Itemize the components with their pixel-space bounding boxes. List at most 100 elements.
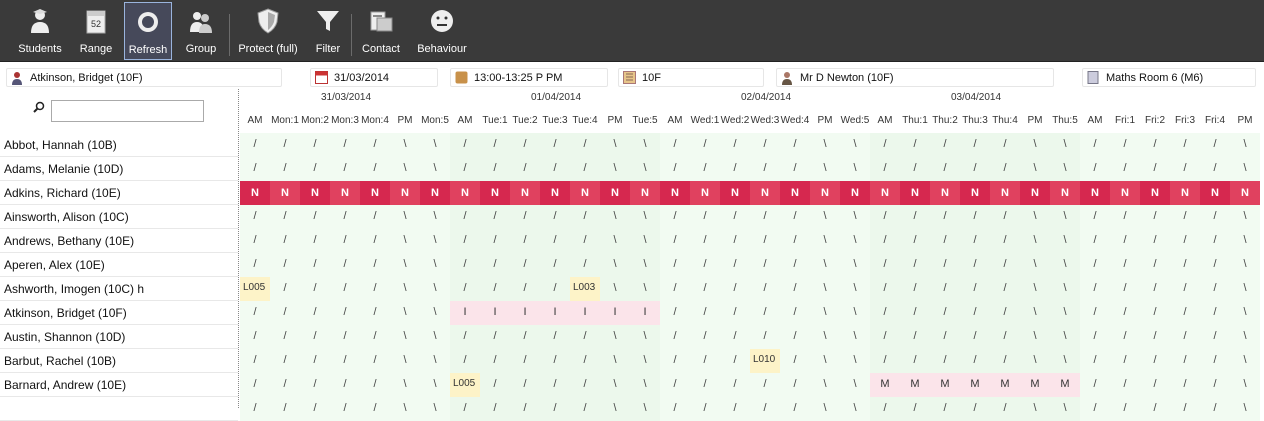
attendance-mark[interactable]: /	[750, 325, 780, 349]
attendance-mark[interactable]: /	[510, 349, 540, 373]
attendance-mark[interactable]: /	[360, 373, 390, 397]
period-header[interactable]: Thu:1	[900, 115, 930, 126]
attendance-mark[interactable]: /	[540, 205, 570, 229]
attendance-mark[interactable]: /	[960, 157, 990, 181]
attendance-mark[interactable]: /	[900, 229, 930, 253]
attendance-mark[interactable]: /	[960, 205, 990, 229]
attendance-mark[interactable]: /	[780, 253, 810, 277]
attendance-mark[interactable]: /	[270, 157, 300, 181]
student-name[interactable]: Ashworth, Imogen (10C) h	[0, 277, 238, 301]
attendance-mark[interactable]: N	[720, 181, 750, 205]
attendance-mark[interactable]: /	[960, 325, 990, 349]
attendance-mark[interactable]: /	[1200, 205, 1230, 229]
period-header[interactable]: Mon:1	[270, 115, 300, 126]
attendance-mark[interactable]: /	[1110, 205, 1140, 229]
attendance-mark[interactable]: /	[360, 301, 390, 325]
attendance-mark[interactable]: /	[960, 133, 990, 157]
attendance-mark[interactable]: /	[780, 277, 810, 301]
student-name[interactable]: Adams, Melanie (10D)	[0, 157, 238, 181]
period-header[interactable]: Tue:5	[630, 115, 660, 126]
attendance-mark[interactable]: /	[750, 229, 780, 253]
attendance-mark[interactable]: /	[330, 373, 360, 397]
attendance-mark[interactable]: /	[720, 133, 750, 157]
attendance-mark[interactable]: /	[960, 301, 990, 325]
attendance-mark[interactable]: /	[240, 133, 270, 157]
attendance-mark[interactable]: /	[870, 349, 900, 373]
attendance-mark[interactable]: /	[1170, 325, 1200, 349]
attendance-mark[interactable]: /	[1110, 325, 1140, 349]
attendance-mark[interactable]: /	[1140, 253, 1170, 277]
attendance-mark[interactable]: /	[930, 301, 960, 325]
attendance-mark[interactable]: /	[270, 253, 300, 277]
attendance-mark[interactable]: \	[810, 253, 840, 277]
selected-student-field[interactable]: Atkinson, Bridget (10F)	[6, 68, 282, 87]
attendance-mark[interactable]: /	[720, 229, 750, 253]
attendance-mark[interactable]: /	[510, 157, 540, 181]
period-header[interactable]: Thu:4	[990, 115, 1020, 126]
attendance-mark[interactable]: /	[930, 397, 960, 421]
attendance-mark[interactable]: /	[750, 205, 780, 229]
student-name[interactable]: Aperen, Alex (10E)	[0, 253, 238, 277]
attendance-mark[interactable]: \	[840, 205, 870, 229]
attendance-mark[interactable]: /	[540, 253, 570, 277]
attendance-mark[interactable]: /	[1200, 157, 1230, 181]
attendance-mark[interactable]: \	[1050, 325, 1080, 349]
period-header[interactable]: PM	[600, 115, 630, 126]
attendance-mark[interactable]: /	[990, 277, 1020, 301]
period-header[interactable]: Thu:2	[930, 115, 960, 126]
attendance-mark[interactable]: /	[990, 397, 1020, 421]
attendance-mark[interactable]: /	[450, 157, 480, 181]
attendance-mark[interactable]: /	[1080, 397, 1110, 421]
attendance-mark[interactable]: \	[1020, 157, 1050, 181]
attendance-mark[interactable]: /	[780, 133, 810, 157]
attendance-mark[interactable]: \	[1020, 253, 1050, 277]
attendance-mark[interactable]: /	[720, 205, 750, 229]
attendance-mark[interactable]: N	[660, 181, 690, 205]
attendance-mark[interactable]: \	[420, 205, 450, 229]
attendance-mark[interactable]: /	[960, 277, 990, 301]
attendance-mark[interactable]: /	[900, 253, 930, 277]
period-header[interactable]: Mon:2	[300, 115, 330, 126]
attendance-mark[interactable]: /	[660, 229, 690, 253]
attendance-mark[interactable]: \	[420, 349, 450, 373]
attendance-mark[interactable]: /	[240, 301, 270, 325]
attendance-mark[interactable]: /	[330, 229, 360, 253]
attendance-mark[interactable]: N	[1050, 181, 1080, 205]
attendance-mark[interactable]: /	[1080, 301, 1110, 325]
attendance-mark[interactable]: /	[1140, 157, 1170, 181]
attendance-mark[interactable]: /	[450, 397, 480, 421]
attendance-mark[interactable]: /	[330, 133, 360, 157]
attendance-mark[interactable]: \	[810, 349, 840, 373]
attendance-mark[interactable]: /	[1170, 253, 1200, 277]
attendance-mark[interactable]: /	[330, 157, 360, 181]
attendance-mark[interactable]: \	[630, 253, 660, 277]
student-name[interactable]: Austin, Shannon (10D)	[0, 325, 238, 349]
attendance-mark[interactable]: /	[900, 205, 930, 229]
attendance-mark[interactable]: /	[330, 205, 360, 229]
attendance-mark[interactable]: /	[300, 157, 330, 181]
attendance-mark[interactable]: I	[570, 301, 600, 325]
attendance-mark[interactable]: N	[630, 181, 660, 205]
selected-group-field[interactable]: 10F	[618, 68, 764, 87]
period-header[interactable]: Thu:3	[960, 115, 990, 126]
attendance-mark[interactable]: /	[780, 349, 810, 373]
attendance-mark[interactable]: /	[660, 157, 690, 181]
attendance-mark[interactable]: /	[330, 325, 360, 349]
attendance-mark[interactable]: /	[1140, 277, 1170, 301]
attendance-mark[interactable]: /	[330, 277, 360, 301]
attendance-mark[interactable]: \	[840, 157, 870, 181]
attendance-mark[interactable]: /	[990, 133, 1020, 157]
attendance-mark[interactable]: /	[750, 133, 780, 157]
student-name[interactable]: Barbut, Rachel (10B)	[0, 349, 238, 373]
attendance-mark[interactable]: \	[810, 373, 840, 397]
attendance-mark[interactable]: /	[870, 133, 900, 157]
search-input[interactable]	[51, 100, 204, 122]
attendance-mark[interactable]: \	[840, 133, 870, 157]
attendance-mark[interactable]: /	[1200, 133, 1230, 157]
attendance-mark[interactable]: I	[600, 301, 630, 325]
attendance-mark[interactable]: /	[300, 229, 330, 253]
attendance-mark[interactable]: /	[1080, 157, 1110, 181]
attendance-mark[interactable]: /	[1080, 349, 1110, 373]
student-name[interactable]: Atkinson, Bridget (10F)	[0, 301, 238, 325]
attendance-mark[interactable]: /	[1200, 325, 1230, 349]
